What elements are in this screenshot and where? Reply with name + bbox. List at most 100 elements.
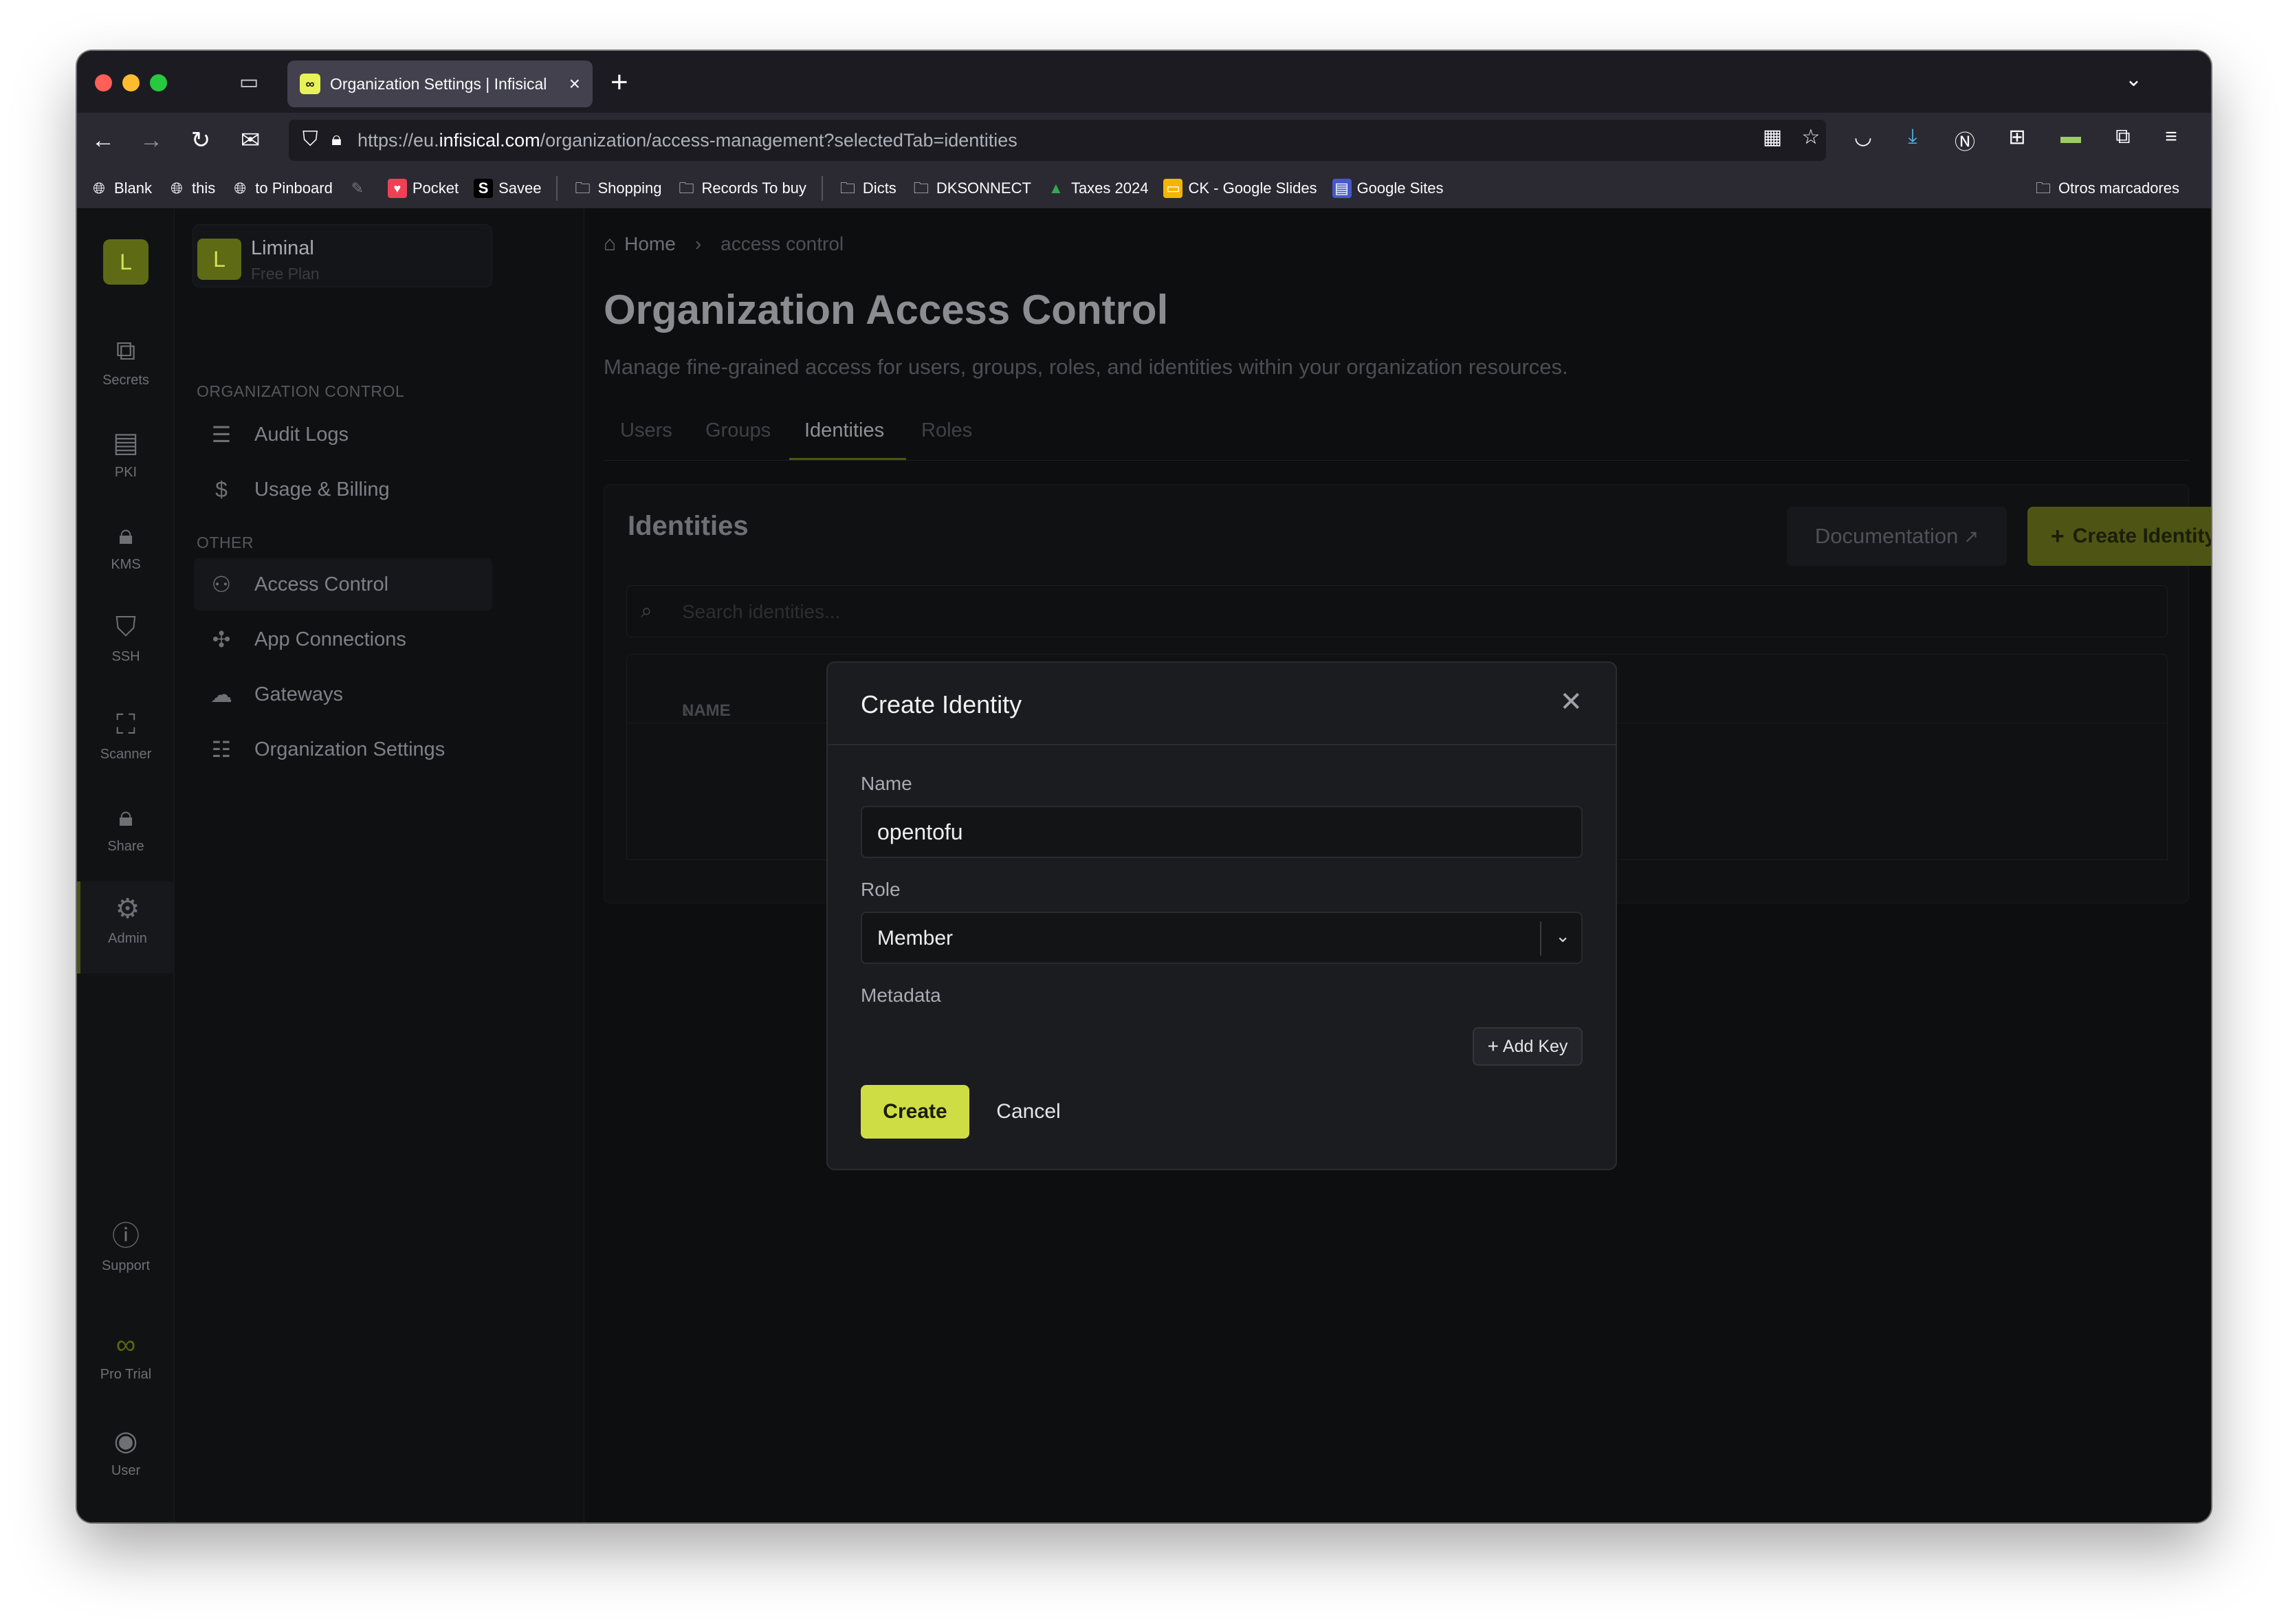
- close-icon[interactable]: ✕: [1559, 686, 1583, 718]
- bookmark-folder-dicts[interactable]: 🗀 Dicts: [838, 179, 896, 198]
- rail-item-kms[interactable]: 🔒︎ KMS: [77, 512, 175, 597]
- extensions-puzzle-icon[interactable]: ⧉: [2108, 125, 2138, 149]
- drive-icon: ▲: [1048, 179, 1064, 197]
- org-avatar: L: [197, 239, 241, 280]
- sidebar-item-audit-logs[interactable]: ☰ Audit Logs: [194, 408, 492, 461]
- folder-icon: 🗀: [913, 179, 929, 197]
- sidebar-section-org-control: ORGANIZATION CONTROL: [197, 382, 405, 400]
- bookmark-other-folder[interactable]: 🗀 Otros marcadores: [2034, 179, 2179, 198]
- rail-item-pro-trial[interactable]: ∞ Pro Trial: [77, 1327, 175, 1403]
- rail-item-share[interactable]: 🔒︎ Share: [77, 793, 175, 879]
- org-sidebar: L Liminal Free Plan ORGANIZATION CONTROL…: [175, 209, 584, 1522]
- sidebar-item-access-control[interactable]: ⚇ Access Control: [194, 558, 492, 611]
- tab-overview-icon[interactable]: ▭: [236, 70, 261, 95]
- bookmark-this[interactable]: 🌐︎ this: [167, 179, 215, 198]
- page-description: Manage fine-grained access for users, gr…: [604, 355, 1568, 379]
- folder-icon: 🗀: [2035, 179, 2051, 197]
- sites-icon: ▤: [1332, 178, 1352, 198]
- bookmark-pin[interactable]: ✎: [348, 179, 373, 198]
- qr-code-icon[interactable]: ▦: [1757, 125, 1788, 149]
- bookmark-folder-records[interactable]: 🗀 Records To buy: [676, 179, 806, 198]
- bookmark-taxes[interactable]: ▲ Taxes 2024: [1046, 179, 1148, 198]
- lock-icon[interactable]: 🔒︎: [331, 128, 342, 151]
- documentation-button[interactable]: Documentation ↗: [1787, 507, 2007, 566]
- tab-groups[interactable]: Groups: [705, 419, 771, 442]
- close-window-button[interactable]: [95, 74, 112, 91]
- identity-name-input[interactable]: [861, 806, 1583, 858]
- user-icon: ◉: [113, 1426, 138, 1456]
- home-icon[interactable]: ⌂: [604, 232, 616, 256]
- url-text[interactable]: https://eu.infisical.com/organization/ac…: [358, 130, 1018, 151]
- tab-list-chevron-icon[interactable]: ⌄: [2125, 67, 2142, 91]
- bookmark-google-slides[interactable]: ▭ CK - Google Slides: [1163, 178, 1317, 198]
- tab-close-icon[interactable]: ×: [569, 73, 580, 95]
- back-arrow-icon[interactable]: ←: [87, 124, 120, 157]
- column-name-header[interactable]: NAME ↓: [654, 678, 731, 720]
- extensions-grid-icon[interactable]: ⊞: [2002, 125, 2032, 149]
- plus-icon: +: [1487, 1035, 1499, 1057]
- role-select[interactable]: Member ⌄: [861, 912, 1583, 964]
- bookmark-blank[interactable]: 🌐︎ Blank: [89, 179, 152, 198]
- audit-logs-icon: ☰: [211, 422, 232, 447]
- page-title: Organization Access Control: [604, 287, 1169, 333]
- info-icon: ⓘ: [112, 1221, 140, 1251]
- downloads-icon[interactable]: ⤓: [1898, 125, 1928, 149]
- folder-icon: 🗀: [839, 179, 855, 197]
- globe-icon: 🌐︎: [234, 179, 247, 197]
- rail-item-user[interactable]: ◉ User: [77, 1423, 175, 1499]
- search-identities-input[interactable]: ⌕ Search identities...: [626, 585, 2168, 637]
- sidebar-item-usage-billing[interactable]: $ Usage & Billing: [194, 463, 492, 516]
- maximize-window-button[interactable]: [150, 74, 167, 91]
- rail-item-support[interactable]: ⓘ Support: [77, 1218, 175, 1294]
- org-switcher[interactable]: L Liminal Free Plan: [192, 224, 492, 287]
- extension-badge-icon[interactable]: ▬: [2056, 125, 2086, 149]
- rail-item-scanner[interactable]: ⛶ Scanner: [77, 701, 175, 787]
- tab-roles[interactable]: Roles: [921, 419, 972, 442]
- rail-item-pki[interactable]: ▤ PKI: [77, 419, 175, 505]
- rail-item-admin[interactable]: ⚙ Admin: [77, 881, 175, 974]
- sidebar-item-app-connections[interactable]: ✣ App Connections: [194, 613, 492, 666]
- breadcrumb-home[interactable]: Home: [624, 233, 676, 255]
- bookmark-savee[interactable]: S Savee: [474, 178, 541, 198]
- org-plan: Free Plan: [251, 265, 320, 283]
- modal-title: Create Identity: [861, 690, 1022, 718]
- add-key-button[interactable]: + Add Key: [1473, 1027, 1583, 1066]
- pocket-save-icon[interactable]: ◡: [1848, 125, 1878, 149]
- chevron-down-icon[interactable]: ⌄: [1555, 925, 1570, 947]
- create-identity-button[interactable]: + Create Identity: [2027, 507, 2211, 566]
- tab-users[interactable]: Users: [620, 419, 672, 442]
- bookmark-star-icon[interactable]: ☆: [1796, 125, 1826, 149]
- url-bar[interactable]: ⛉ 🔒︎ https://eu.infisical.com/organizati…: [289, 120, 1826, 161]
- bookmark-folder-shopping[interactable]: 🗀 Shopping: [573, 179, 661, 198]
- cancel-button[interactable]: Cancel: [984, 1085, 1072, 1139]
- bookmark-to-pinboard[interactable]: 🌐︎ to Pinboard: [230, 179, 332, 198]
- breadcrumb: ⌂ Home › access control: [604, 232, 844, 256]
- identities-card-title: Identities: [628, 511, 749, 541]
- create-button[interactable]: Create: [861, 1085, 969, 1139]
- tracking-shield-icon[interactable]: ⛉: [302, 128, 318, 151]
- minimize-window-button[interactable]: [122, 74, 140, 91]
- rail-item-ssh[interactable]: ⛉ SSH: [77, 604, 175, 689]
- forward-arrow-icon[interactable]: →: [135, 124, 168, 157]
- browser-nav-bar: ← → ↻ ✉ ⛉ 🔒︎ https://eu.infisical.com/or…: [77, 113, 2211, 168]
- modal-header: Create Identity ✕: [828, 663, 1616, 745]
- reload-icon[interactable]: ↻: [184, 124, 217, 157]
- bookmark-pocket[interactable]: ♥ Pocket: [387, 178, 459, 198]
- menu-hamburger-icon[interactable]: ≡: [2156, 125, 2186, 149]
- mail-icon[interactable]: ✉: [234, 124, 267, 157]
- app-connections-icon: ✣: [212, 627, 231, 652]
- sidebar-item-gateways[interactable]: ☁ Gateways: [194, 668, 492, 721]
- tab-identities[interactable]: Identities: [804, 419, 884, 442]
- search-placeholder: Search identities...: [682, 601, 841, 622]
- pki-icon: ▤: [113, 428, 139, 458]
- bookmark-google-sites[interactable]: ▤ Google Sites: [1332, 178, 1444, 198]
- gateways-icon: ☁: [210, 682, 232, 707]
- browser-tab-active[interactable]: ∞ Organization Settings | Infisical ×: [287, 61, 593, 107]
- org-logo[interactable]: L: [103, 239, 148, 285]
- new-tab-icon[interactable]: +: [610, 63, 628, 102]
- sidebar-item-organization-settings[interactable]: ☷ Organization Settings: [194, 723, 492, 776]
- notion-icon[interactable]: Ⓝ: [1950, 125, 1980, 155]
- bookmark-folder-dksonnect[interactable]: 🗀 DKSONNECT: [912, 179, 1031, 198]
- rail-item-secrets[interactable]: ⧉ Secrets: [77, 327, 175, 413]
- globe-icon: 🌐︎: [93, 179, 105, 197]
